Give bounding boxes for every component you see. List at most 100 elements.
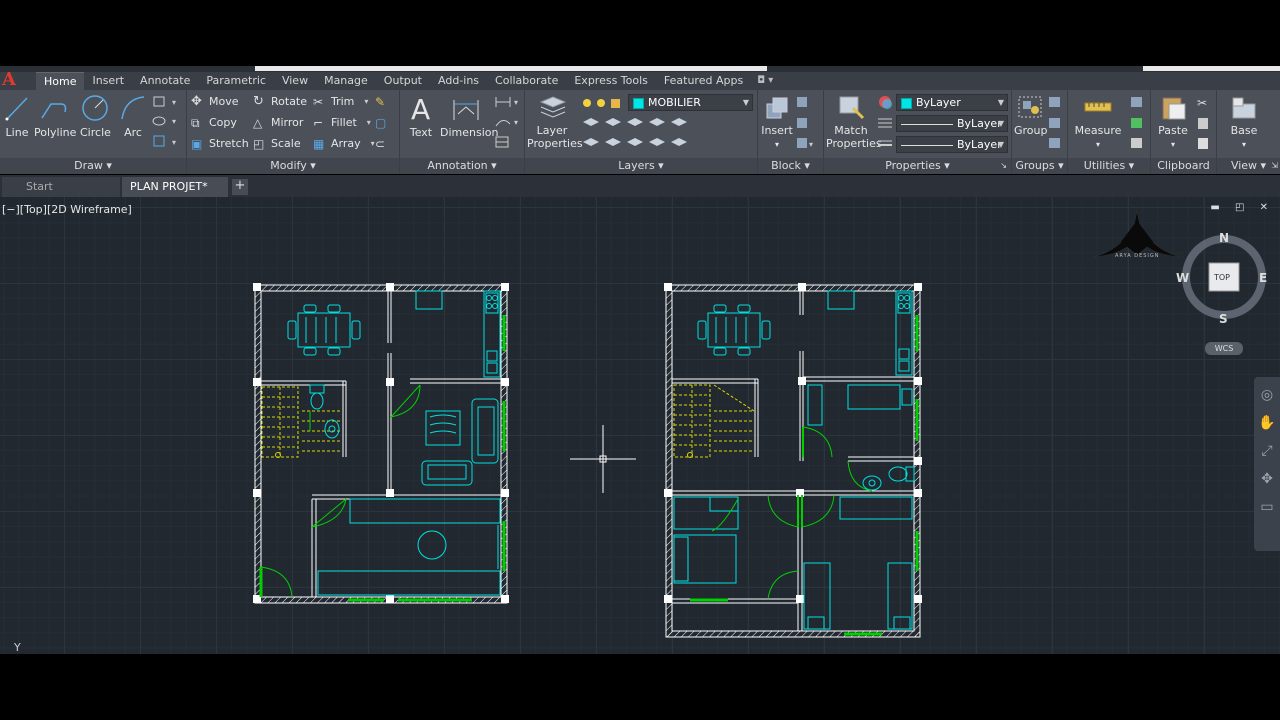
utility-tools-icons[interactable]: [1128, 94, 1148, 152]
tab-collaborate[interactable]: Collaborate: [487, 72, 566, 90]
tab-home[interactable]: Home: [36, 72, 85, 90]
layer-stack-icon: [539, 96, 567, 118]
compass-east[interactable]: E: [1259, 271, 1267, 285]
dimension-button[interactable]: Dimension: [440, 94, 498, 139]
pan-hand-icon[interactable]: ✋: [1257, 413, 1277, 433]
move-icon: ✥: [191, 94, 202, 109]
offset-button[interactable]: ⊂: [375, 135, 389, 153]
trim-icon: ✂: [313, 95, 324, 109]
layers-panel-title[interactable]: Layers ▾: [525, 158, 757, 174]
group-button[interactable]: Group: [1014, 94, 1048, 137]
erase-button[interactable]: ✎: [375, 93, 389, 111]
ucs-icon: Y: [14, 641, 21, 654]
stretch-icon: ▣: [191, 137, 203, 151]
steering-wheel-icon[interactable]: ◎: [1257, 385, 1277, 405]
block-tools-icons[interactable]: ▾: [794, 94, 818, 152]
app-menu-button[interactable]: A: [0, 71, 36, 90]
stretch-button[interactable]: ▣ Stretch: [191, 135, 249, 153]
block-panel-title[interactable]: Block ▾: [758, 158, 823, 174]
explode-button[interactable]: ▢: [375, 114, 389, 132]
tab-insert[interactable]: Insert: [84, 72, 132, 90]
compass-west[interactable]: W: [1176, 271, 1189, 285]
drawing-canvas[interactable]: [−][Top][2D Wireframe] ▬ ◰ ✕ ARYA DESIGN…: [0, 197, 1280, 654]
viewport-controls[interactable]: [−][Top][2D Wireframe]: [2, 203, 132, 216]
group-tools-icons[interactable]: [1046, 94, 1066, 152]
tab-output[interactable]: Output: [376, 72, 430, 90]
insert-button[interactable]: Insert ▾: [760, 94, 794, 151]
modify-panel-title[interactable]: Modify ▾: [187, 158, 399, 174]
layer-dropdown[interactable]: MOBILIER ▼: [628, 94, 753, 111]
copy-button[interactable]: ⧉ Copy: [191, 114, 237, 132]
utilities-panel-title[interactable]: Utilities ▾: [1068, 158, 1150, 174]
wcs-menu[interactable]: WCS: [1205, 342, 1243, 355]
file-tab-plan-projet[interactable]: PLAN PROJET*: [122, 177, 228, 197]
array-button[interactable]: ▦ Array ▾: [313, 135, 375, 153]
zoom-extents-icon[interactable]: ⤢: [1257, 441, 1277, 461]
rotate-icon: ↻: [253, 94, 264, 109]
measure-icon: [1084, 102, 1112, 112]
properties-panel: Match Properties ByLayer ▼ ByLayer ▼ ByLay…: [824, 90, 1012, 174]
floor-plan-ground[interactable]: [250, 281, 512, 609]
measure-button[interactable]: Measure ▾: [1074, 94, 1122, 151]
line-button[interactable]: Line: [4, 94, 30, 139]
text-icon: A: [411, 94, 430, 122]
groups-panel-title[interactable]: Groups ▾: [1012, 158, 1067, 174]
viewcube-top-face[interactable]: TOP: [1214, 273, 1230, 282]
base-button[interactable]: Base ▾: [1227, 94, 1261, 151]
viewport-window-buttons[interactable]: ▬ ◰ ✕: [1210, 202, 1274, 213]
linetype-dropdown[interactable]: ByLayer ▼: [896, 115, 1008, 132]
new-tab-button[interactable]: +: [232, 179, 248, 195]
polyline-button[interactable]: Polyline: [34, 94, 76, 139]
annotation-small-tools-icon[interactable]: ▾ ▾: [494, 94, 522, 152]
tab-featured-apps[interactable]: Featured Apps: [656, 72, 751, 90]
text-button[interactable]: A Text: [406, 94, 436, 139]
tab-express-tools[interactable]: Express Tools: [566, 72, 656, 90]
offset-icon: ⊂: [375, 137, 386, 151]
arc-icon: [121, 96, 145, 120]
view-panel-title[interactable]: View ▾ ⇲: [1217, 158, 1280, 174]
clipboard-tools-icons[interactable]: ✂: [1195, 94, 1215, 152]
showmotion-icon[interactable]: ▭: [1257, 497, 1277, 517]
lineweight-dropdown[interactable]: ByLayer ▼: [896, 136, 1008, 153]
color-dropdown[interactable]: ByLayer ▼: [896, 94, 1008, 111]
tab-view[interactable]: View: [274, 72, 316, 90]
tab-parametric[interactable]: Parametric: [198, 72, 274, 90]
paste-button[interactable]: Paste ▾: [1155, 94, 1191, 151]
scale-button[interactable]: ◰ Scale: [253, 135, 301, 153]
ribbon-minimize-icon[interactable]: ◘ ▾: [757, 72, 773, 90]
floor-plan-upper[interactable]: [662, 281, 924, 641]
orbit-icon[interactable]: ✥: [1257, 469, 1277, 489]
svg-text:▾: ▾: [514, 118, 518, 127]
tab-add-ins[interactable]: Add-ins: [430, 72, 487, 90]
svg-text:▾: ▾: [172, 117, 176, 126]
layer-tools-icons[interactable]: [581, 114, 751, 154]
explode-icon: ▢: [375, 116, 387, 130]
draw-small-tools-icon[interactable]: ▾ ▾ ▾: [152, 94, 182, 152]
draw-panel-title[interactable]: Draw ▾: [0, 158, 186, 174]
mirror-button[interactable]: △ Mirror: [253, 114, 303, 132]
letterbox-top: [0, 0, 1280, 66]
trim-button[interactable]: ✂ Trim ▾: [313, 93, 368, 111]
groups-panel: Group Groups ▾: [1012, 90, 1068, 174]
svg-text:▾: ▾: [172, 138, 176, 147]
tab-manage[interactable]: Manage: [316, 72, 376, 90]
tab-annotate[interactable]: Annotate: [132, 72, 198, 90]
clipboard-panel-title[interactable]: Clipboard: [1151, 158, 1216, 174]
layer-properties-button[interactable]: Layer Properties: [527, 94, 583, 150]
arc-button[interactable]: Arc: [118, 94, 148, 139]
properties-panel-title[interactable]: Properties ▾ ↘: [824, 158, 1011, 174]
move-button[interactable]: ✥ Move: [191, 93, 239, 111]
circle-button[interactable]: Circle: [80, 94, 111, 139]
svg-text:▾: ▾: [172, 98, 176, 107]
annotation-panel-title[interactable]: Annotation ▾: [400, 158, 524, 174]
watermark-text: ARYA DESIGN: [1115, 253, 1160, 259]
fillet-icon: ⌐: [313, 116, 324, 130]
fillet-button[interactable]: ⌐ Fillet ▾: [313, 114, 371, 132]
match-properties-button[interactable]: Match Properties: [826, 94, 882, 150]
scale-icon: ◰: [253, 137, 265, 151]
file-tab-start[interactable]: Start: [2, 177, 120, 197]
compass-north[interactable]: N: [1219, 231, 1229, 245]
rotate-button[interactable]: ↻ Rotate: [253, 93, 307, 111]
compass-south[interactable]: S: [1219, 312, 1228, 326]
paste-icon: [1162, 97, 1186, 120]
